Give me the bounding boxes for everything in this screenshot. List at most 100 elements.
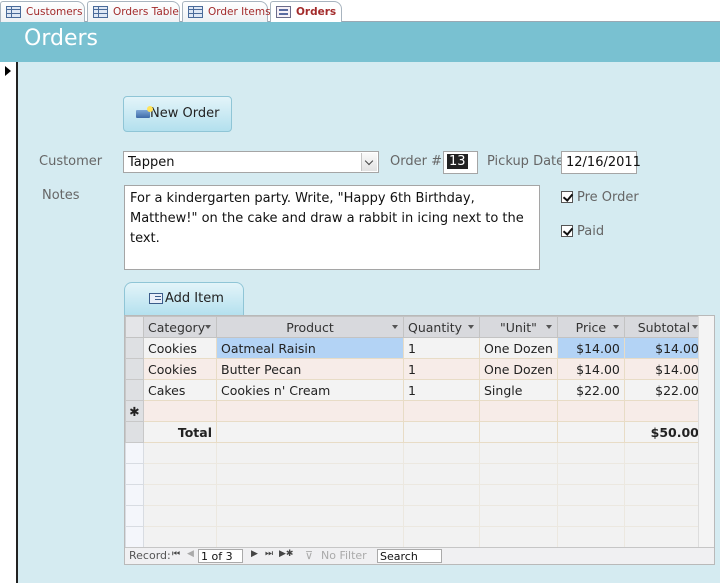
select-all-corner[interactable] <box>125 316 144 338</box>
cell-subtotal[interactable]: $14.00 <box>623 337 704 359</box>
empty-selector <box>125 463 144 485</box>
cell-product[interactable]: Cookies n' Cream <box>216 379 404 401</box>
empty-cell <box>403 484 480 506</box>
paid-checkbox[interactable]: Paid <box>561 224 604 239</box>
filter-toggle-label[interactable]: No Filter <box>321 549 367 562</box>
cell-product[interactable] <box>216 400 404 422</box>
customer-combobox[interactable]: Tappen <box>123 151 379 173</box>
empty-cell <box>479 505 558 527</box>
empty-cell <box>479 484 558 506</box>
empty-cell <box>143 505 217 527</box>
add-item-button[interactable]: Add Item <box>124 282 244 316</box>
cell-unit[interactable]: Single <box>479 379 558 401</box>
cell-unit[interactable] <box>479 400 558 422</box>
dropdown-arrow-icon[interactable] <box>691 325 698 329</box>
empty-cell <box>403 442 480 464</box>
table-row[interactable]: Cakes Cookies n' Cream 1 Single $22.00 $… <box>125 379 704 401</box>
cell-category[interactable]: Cakes <box>143 379 217 401</box>
cell-category[interactable] <box>143 400 217 422</box>
cell-quantity[interactable]: 1 <box>403 337 480 359</box>
total-cell-empty <box>403 421 480 443</box>
tab-order-items[interactable]: Order Items <box>182 1 271 22</box>
column-header-category[interactable]: Category <box>143 316 217 338</box>
column-header-quantity[interactable]: Quantity <box>403 316 480 338</box>
cell-subtotal[interactable] <box>623 400 704 422</box>
tab-customers[interactable]: Customers <box>0 1 85 22</box>
column-header-unit[interactable]: "Unit" <box>479 316 558 338</box>
dropdown-arrow-icon[interactable] <box>545 325 552 329</box>
cell-price[interactable] <box>556 400 625 422</box>
checkbox-checked-icon[interactable] <box>561 191 573 203</box>
dropdown-arrow-icon[interactable] <box>468 325 474 329</box>
cell-subtotal[interactable]: $14.00 <box>623 358 704 380</box>
notes-textarea[interactable]: For a kindergarten party. Write, "Happy … <box>124 185 540 270</box>
empty-cell <box>143 526 217 548</box>
row-selector[interactable] <box>125 358 144 380</box>
table-row[interactable]: Cookies Oatmeal Raisin 1 One Dozen $14.0… <box>125 337 704 359</box>
tab-orders[interactable]: Orders <box>270 1 342 23</box>
column-header-row: Category Product Quantity "Unit" Price S… <box>125 316 704 338</box>
dropdown-arrow-icon[interactable] <box>205 325 211 329</box>
cell-unit[interactable]: One Dozen <box>479 337 558 359</box>
table-row[interactable]: Cookies Butter Pecan 1 One Dozen $14.00 … <box>125 358 704 380</box>
row-selector[interactable] <box>125 421 144 443</box>
no-filter-icon[interactable]: ⊽ <box>305 549 313 562</box>
cell-category[interactable]: Cookies <box>143 358 217 380</box>
new-order-button[interactable]: New Order <box>123 96 232 132</box>
pre-order-checkbox[interactable]: Pre Order <box>561 190 639 205</box>
row-selector[interactable] <box>125 337 144 359</box>
record-selector[interactable] <box>0 62 18 583</box>
cell-subtotal[interactable]: $22.00 <box>623 379 704 401</box>
cell-quantity[interactable] <box>403 400 480 422</box>
empty-cell <box>556 463 625 485</box>
empty-cell <box>216 484 404 506</box>
cell-unit[interactable]: One Dozen <box>479 358 558 380</box>
empty-row <box>125 526 704 548</box>
empty-cell <box>216 463 404 485</box>
empty-cell <box>143 442 217 464</box>
search-input[interactable]: Search <box>377 549 442 563</box>
current-record-field[interactable]: 1 of 3 <box>198 549 243 563</box>
cell-price[interactable]: $22.00 <box>556 379 625 401</box>
new-record-icon[interactable]: ✱ <box>125 400 144 422</box>
total-value: $50.00 <box>623 421 704 443</box>
new-record-icon <box>136 106 153 118</box>
cell-product[interactable]: Oatmeal Raisin <box>216 337 404 359</box>
dropdown-arrow-icon[interactable] <box>392 325 398 329</box>
empty-selector <box>125 526 144 548</box>
new-record-nav-icon[interactable]: ▶✱ <box>279 549 293 559</box>
previous-record-icon[interactable]: ◀ <box>187 549 194 559</box>
column-header-price[interactable]: Price <box>556 316 625 338</box>
empty-cell <box>623 463 704 485</box>
column-header-subtotal[interactable]: Subtotal <box>623 316 704 338</box>
empty-cell <box>479 442 558 464</box>
empty-cell <box>403 463 480 485</box>
cell-quantity[interactable]: 1 <box>403 358 480 380</box>
row-selector[interactable] <box>125 379 144 401</box>
empty-cell <box>403 526 480 548</box>
cell-quantity[interactable]: 1 <box>403 379 480 401</box>
cell-category[interactable]: Cookies <box>143 337 217 359</box>
first-record-icon[interactable]: ⏮ <box>172 549 180 559</box>
cell-product[interactable]: Butter Pecan <box>216 358 404 380</box>
chevron-down-icon[interactable] <box>361 153 377 171</box>
new-record-row[interactable]: ✱ <box>125 400 704 422</box>
total-cell-empty <box>556 421 625 443</box>
vertical-scrollbar-track[interactable] <box>698 316 714 549</box>
last-record-icon[interactable]: ⏭ <box>265 549 273 559</box>
checkbox-checked-icon[interactable] <box>561 225 573 237</box>
filter-arrow-icon[interactable] <box>612 325 619 329</box>
order-number-field[interactable]: 13 <box>443 151 478 174</box>
cell-price[interactable]: $14.00 <box>556 337 625 359</box>
column-header-product[interactable]: Product <box>216 316 404 338</box>
cell-price[interactable]: $14.00 <box>556 358 625 380</box>
pickup-date-field[interactable]: 12/16/2011 <box>561 151 641 174</box>
pickup-date-label: Pickup Date <box>487 154 565 169</box>
total-row: Total $50.00 <box>125 421 704 443</box>
form-header: Orders <box>0 22 720 62</box>
total-label: Total <box>143 421 217 443</box>
empty-cell <box>143 463 217 485</box>
empty-cell <box>556 526 625 548</box>
next-record-icon[interactable]: ▶ <box>251 549 258 559</box>
tab-orders-table[interactable]: Orders Table <box>87 1 180 22</box>
